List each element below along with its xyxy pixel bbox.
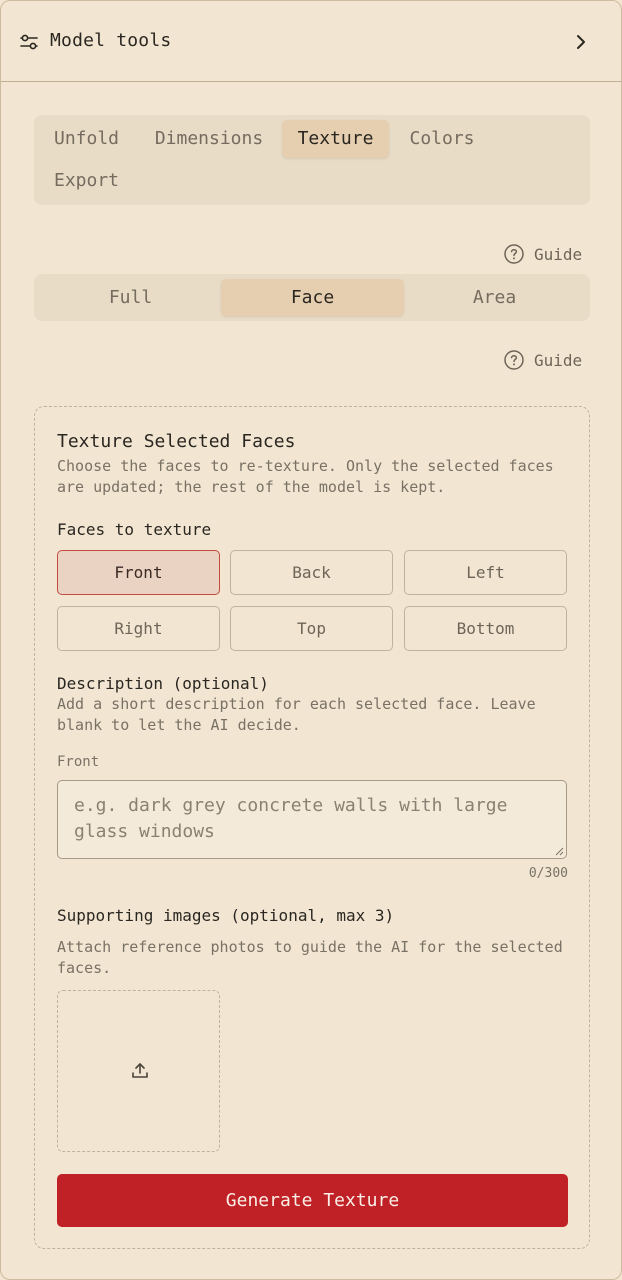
images-label: Supporting images (optional, max 3) [57, 906, 395, 925]
help-circle-icon [504, 350, 524, 370]
tool-tabs: Unfold Dimensions Texture Colors Export [34, 115, 590, 205]
model-tools-panel: Model tools Unfold Dimensions Texture Co… [0, 0, 622, 1280]
card-title: Texture Selected Faces [57, 431, 296, 452]
char-counter: 0/300 [528, 866, 568, 881]
images-help: Attach reference photos to guide the AI … [57, 938, 563, 977]
front-field-label: Front [57, 754, 100, 770]
front-description-input[interactable]: e.g. dark grey concrete walls with large… [57, 780, 567, 859]
mode-full[interactable]: Full [39, 279, 222, 316]
face-front-button[interactable]: Front [57, 550, 220, 595]
mode-face[interactable]: Face [221, 279, 404, 316]
faces-label: Faces to texture [57, 520, 212, 539]
guide-link-modes[interactable]: Guide [504, 349, 584, 373]
guide-label: Guide [534, 245, 583, 264]
tab-unfold[interactable]: Unfold [46, 120, 127, 158]
card-description: Choose the faces to re-texture. Only the… [57, 457, 554, 496]
face-left-button[interactable]: Left [404, 550, 567, 595]
image-upload-dropzone[interactable] [57, 990, 220, 1152]
texture-mode-selector: Full Face Area [34, 274, 590, 321]
face-bottom-button[interactable]: Bottom [404, 606, 567, 651]
face-right-button[interactable]: Right [57, 606, 220, 651]
help-circle-icon [504, 244, 524, 264]
guide-label: Guide [534, 351, 583, 370]
upload-icon [132, 1063, 148, 1078]
panel-title: Model tools [50, 30, 172, 51]
tab-texture[interactable]: Texture [282, 120, 389, 158]
generate-texture-button[interactable]: Generate Texture [57, 1174, 568, 1227]
resize-handle-icon[interactable] [554, 846, 564, 856]
tab-dimensions[interactable]: Dimensions [146, 120, 272, 158]
description-help: Add a short description for each selecte… [57, 695, 536, 734]
tab-colors[interactable]: Colors [399, 120, 485, 158]
tab-export[interactable]: Export [46, 162, 127, 200]
chevron-right-icon[interactable] [573, 32, 589, 52]
sliders-icon [20, 34, 38, 50]
panel-header[interactable]: Model tools [1, 1, 621, 82]
guide-link-tabs[interactable]: Guide [504, 243, 584, 267]
face-back-button[interactable]: Back [230, 550, 393, 595]
front-description-placeholder: e.g. dark grey concrete walls with large… [74, 795, 508, 842]
texture-faces-card: Texture Selected Faces Choose the faces … [34, 406, 590, 1249]
face-top-button[interactable]: Top [230, 606, 393, 651]
description-label: Description (optional) [57, 674, 269, 693]
mode-area[interactable]: Area [403, 279, 586, 316]
